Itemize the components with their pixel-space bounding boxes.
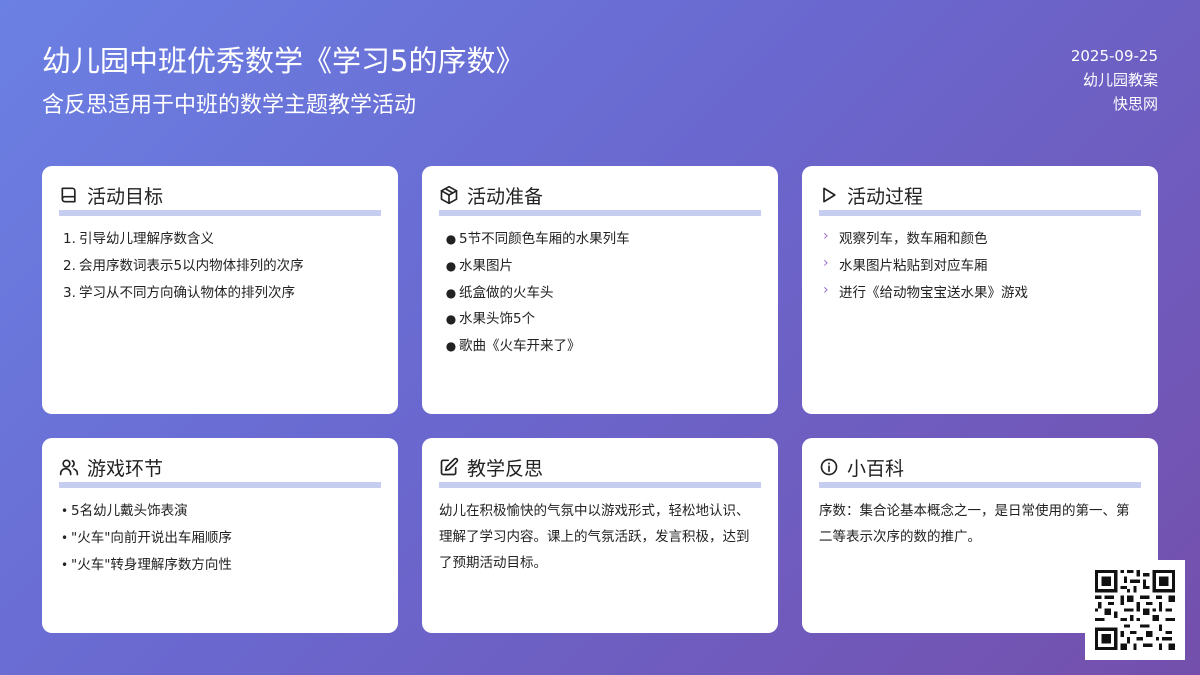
- header: 幼儿园中班优秀数学《学习5的序数》 含反思适用于中班的数学主题教学活动: [42, 40, 524, 122]
- qr-code-icon: [1085, 560, 1185, 660]
- process-list: › 观察列车，数车厢和颜色 › 水果图片粘贴到对应车厢 › 进行《给动物宝宝送水果》游…: [819, 226, 1141, 306]
- card-wiki-header: 小百科: [819, 456, 1141, 488]
- card-wiki-title: 小百科: [847, 457, 905, 480]
- bullet-icon: ●: [445, 285, 457, 300]
- list-item: ● 5节不同颜色车厢的水果列车: [439, 226, 761, 253]
- card-prep-title: 活动准备: [467, 185, 544, 208]
- bullet-icon: •: [61, 557, 69, 572]
- game-list: • 5名幼儿戴头饰表演 • "火车"向前开说出车厢顺序 • "火车"转身理解序数方向性: [59, 498, 381, 578]
- list-item: ● 水果头饰5个: [439, 306, 761, 333]
- prep-list: ● 5节不同颜色车厢的水果列车 ● 水果图片 ● 纸盒做的火车头 ● 水果头饰5个 ● 歌…: [439, 226, 761, 360]
- list-item: ● 水果图片: [439, 253, 761, 280]
- page-subtitle: 含反思适用于中班的数学主题教学活动: [42, 93, 417, 118]
- category-label: 幼儿园教案: [1082, 71, 1158, 89]
- wiki-text: 序数：集合论基本概念之一，是日常使用的第一、第二等表示次序的数的推广。: [819, 503, 1130, 545]
- card-prep-header: 活动准备: [439, 184, 761, 216]
- goals-list: 1. 引导幼儿理解序数含义 2. 会用序数词表示5以内物体排列的次序 3. 学习从不同…: [59, 226, 381, 306]
- chevron-right-icon: ›: [823, 228, 829, 244]
- bullet-icon: ●: [445, 312, 457, 327]
- list-item: • 5名幼儿戴头饰表演: [59, 498, 381, 525]
- bullet-icon: ●: [445, 339, 457, 354]
- bullet-icon: •: [61, 530, 69, 545]
- card-goals: 活动目标 1. 引导幼儿理解序数含义 2. 会用序数词表示5以内物体排列的次序 3.…: [42, 166, 398, 414]
- meta-info: 2025-09-25 幼儿园教案 快思网: [1071, 44, 1158, 116]
- list-item: › 观察列车，数车厢和颜色: [819, 226, 1141, 253]
- card-prep: 活动准备 ● 5节不同颜色车厢的水果列车 ● 水果图片 ● 纸盒做的火车头 ● 水果头饰…: [422, 166, 778, 414]
- bullet-icon: ●: [445, 232, 457, 246]
- edit-icon: [439, 457, 459, 477]
- card-game-title: 游戏环节: [87, 457, 164, 480]
- list-item: 2. 会用序数词表示5以内物体排列的次序: [63, 257, 304, 274]
- chevron-right-icon: ›: [823, 281, 829, 298]
- list-item: • "火车"转身理解序数方向性: [59, 552, 381, 579]
- date-label: 2025-09-25: [1070, 47, 1158, 65]
- list-item: ● 歌曲《火车开来了》: [439, 333, 761, 360]
- card-game: 游戏环节 • 5名幼儿戴头饰表演 • "火车"向前开说出车厢顺序 • "火车"转身理解…: [42, 438, 398, 633]
- book-icon: [59, 185, 79, 205]
- list-item: 1. 引导幼儿理解序数含义: [63, 231, 214, 247]
- card-game-header: 游戏环节: [59, 456, 381, 488]
- card-reflection: 教学反思 幼儿在积极愉快的气氛中以游戏形式，轻松地认识、理解了学习内容。课上的气…: [422, 438, 778, 633]
- list-item: 3. 学习从不同方向确认物体的排列次序: [63, 284, 295, 301]
- card-goals-title: 活动目标: [87, 185, 164, 208]
- users-icon: [59, 457, 79, 477]
- play-icon: [819, 185, 839, 205]
- list-item: • "火车"向前开说出车厢顺序: [59, 525, 381, 552]
- list-item: › 进行《给动物宝宝送水果》游戏: [819, 280, 1141, 307]
- card-reflection-header: 教学反思: [439, 456, 761, 488]
- box-icon: [439, 185, 459, 205]
- bullet-icon: •: [61, 504, 69, 518]
- chevron-right-icon: ›: [823, 254, 829, 271]
- list-item: › 水果图片粘贴到对应车厢: [819, 253, 1141, 280]
- source-label: 快思网: [1112, 95, 1158, 113]
- card-process-header: 活动过程: [819, 184, 1141, 216]
- card-grid: 活动目标 1. 引导幼儿理解序数含义 2. 会用序数词表示5以内物体排列的次序 3.…: [42, 166, 1158, 633]
- card-reflection-title: 教学反思: [467, 457, 544, 480]
- reflection-text: 幼儿在积极愉快的气氛中以游戏形式，轻松地认识、理解了学习内容。课上的气氛活跃，发…: [439, 503, 750, 571]
- page-title: 幼儿园中班优秀数学《学习5的序数》: [42, 44, 525, 78]
- card-goals-header: 活动目标: [59, 184, 381, 216]
- card-process-title: 活动过程: [847, 185, 924, 208]
- bullet-icon: ●: [445, 258, 457, 273]
- list-item: ● 纸盒做的火车头: [439, 280, 761, 307]
- info-icon: [819, 457, 839, 477]
- card-process: 活动过程 › 观察列车，数车厢和颜色 › 水果图片粘贴到对应车厢 › 进行《给动物宝宝…: [802, 166, 1158, 414]
